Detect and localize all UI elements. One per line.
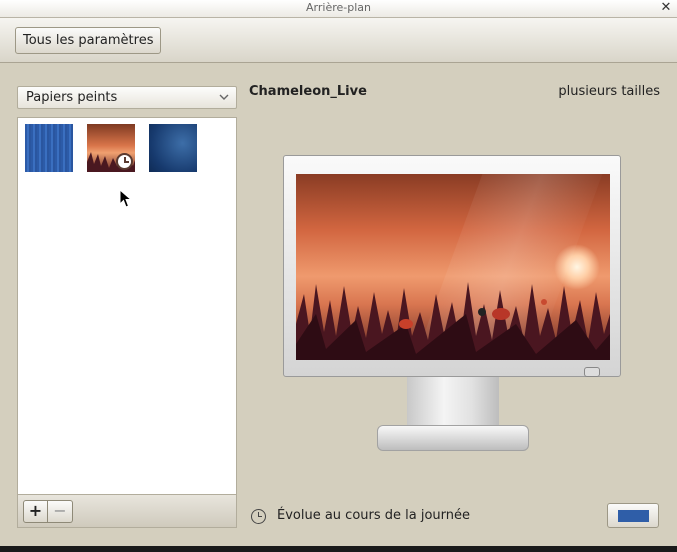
close-icon: ✕ (660, 0, 672, 15)
status-text: Évolue au cours de la journée (277, 508, 471, 523)
monitor-stand-base (377, 425, 529, 451)
remove-wallpaper-button[interactable]: − (48, 500, 73, 523)
wallpaper-size: plusieurs tailles (558, 84, 660, 99)
background-settings-window: Arrière-plan ✕ Tous les paramètres Papie… (0, 0, 677, 552)
color-picker-button[interactable] (607, 503, 659, 528)
wallpaper-thumbnail-night[interactable] (149, 124, 197, 172)
wallpaper-thumbnail-blue[interactable] (25, 124, 73, 172)
monitor-bezel (283, 155, 621, 377)
wallpaper-name: Chameleon_Live (249, 84, 367, 99)
all-settings-button[interactable]: Tous les paramètres (15, 27, 162, 54)
color-swatch (618, 510, 649, 522)
category-dropdown[interactable]: Papiers peints (17, 86, 237, 109)
wallpaper-thumbnail-chameleon[interactable] (87, 124, 135, 172)
grass-silhouette (296, 282, 610, 360)
title-bar[interactable]: Arrière-plan ✕ (0, 0, 677, 18)
list-toolbar: + − (17, 495, 237, 528)
chevron-down-icon (218, 87, 230, 115)
mouse-pointer-icon (119, 188, 133, 209)
close-button[interactable]: ✕ (659, 0, 673, 16)
window-bottom-edge (0, 546, 677, 552)
toolbar: Tous les paramètres (0, 18, 677, 63)
wallpaper-preview-image (296, 174, 610, 360)
window-title: Arrière-plan (306, 1, 371, 14)
monitor-power-led (584, 367, 600, 377)
monitor-preview (283, 155, 621, 455)
wallpaper-grid (17, 117, 237, 495)
clock-icon (251, 509, 266, 524)
category-selected-value: Papiers peints (26, 90, 118, 105)
add-wallpaper-button[interactable]: + (23, 500, 48, 523)
time-based-clock-icon (116, 153, 133, 170)
